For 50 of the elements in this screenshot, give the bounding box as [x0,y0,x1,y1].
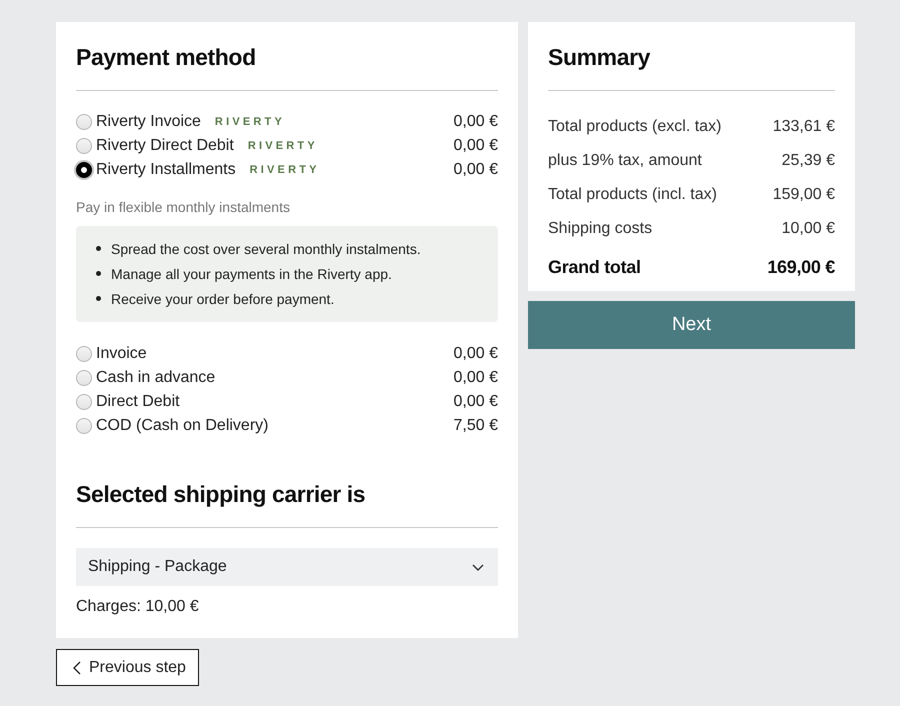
radio-button[interactable] [76,418,92,434]
section-heading: Summary [548,43,652,72]
bullet-text: Receive your order before payment. [111,290,334,306]
bullet-icon [96,246,101,251]
brand-logo: RIVERTY [250,164,320,176]
bullet-icon [96,271,101,276]
summary-label: Total products (excl. tax) [548,118,722,136]
chevron-down-icon [472,564,484,570]
shipping-charges: Charges: 10,00 € [76,598,200,616]
carrier-select[interactable]: Shipping - Package [76,548,498,586]
method-label[interactable]: Invoice [96,345,147,363]
method-label[interactable]: COD (Cash on Delivery) [96,417,268,435]
chevron-left-icon [73,660,81,674]
method-label[interactable]: Riverty Invoice [96,113,201,131]
method-price: 0,00 € [454,345,498,363]
summary-value: 133,61 € [772,118,835,136]
summary-value: 10,00 € [782,220,835,238]
summary-label: Total products (incl. tax) [548,186,717,204]
method-price: 0,00 € [454,137,498,155]
summary-label: plus 19% tax, amount [548,152,702,170]
method-label[interactable]: Cash in advance [96,369,216,387]
method-label[interactable]: Direct Debit [96,393,180,411]
summary-value: 25,39 € [782,152,835,170]
method-label[interactable]: Riverty Direct Debit [96,137,234,155]
method-price: 0,00 € [454,113,498,131]
section-heading: Selected shipping carrier is [76,480,366,509]
grand-total-value: 169,00 € [767,256,835,278]
grand-total-label: Grand total [548,256,641,278]
method-price: 7,50 € [454,417,498,435]
radio-button[interactable] [76,162,92,178]
method-price: 0,00 € [454,369,498,387]
bullet-text: Manage all your payments in the Riverty app. [111,266,392,282]
bullet-text: Spread the cost over several monthly instalments. [111,240,421,256]
section-heading: Payment method [76,43,257,72]
brand-logo: RIVERTY [248,140,318,152]
radio-button[interactable] [76,346,92,362]
method-price: 0,00 € [454,161,498,179]
method-description: Pay in flexible monthly instalments [76,198,291,216]
radio-button[interactable] [76,138,92,154]
radio-button[interactable] [76,394,92,410]
summary-value: 159,00 € [772,186,835,204]
summary-label: Shipping costs [548,220,652,238]
bullet-icon [96,296,101,301]
previous-step-button[interactable]: Previous step [56,649,199,686]
radio-button[interactable] [76,114,92,130]
radio-button[interactable] [76,370,92,386]
method-price: 0,00 € [454,393,498,411]
next-button[interactable]: Next [528,301,855,349]
brand-logo: RIVERTY [214,116,285,128]
method-label[interactable]: Riverty Installments [96,161,236,179]
